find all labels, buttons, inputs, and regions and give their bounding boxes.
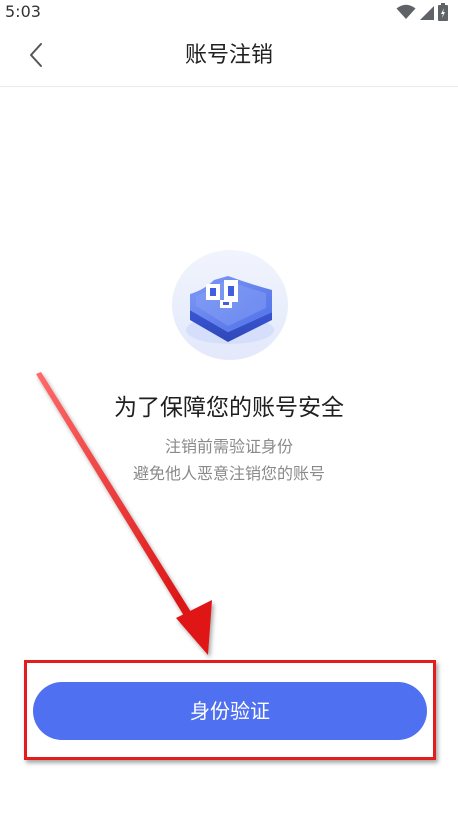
- status-time: 5:03: [5, 2, 41, 21]
- status-bar: 5:03: [0, 0, 458, 24]
- shield-security-illustration: [172, 250, 288, 360]
- description-line-2: 避免他人恶意注销您的账号: [132, 464, 325, 483]
- account-cancellation-screen: 5:03 账号注销 为了保障您的账号安全 注销前需验证身份 避免他人恶意注销您的…: [0, 0, 458, 820]
- cellular-signal-icon: [420, 6, 434, 20]
- description-line-1: 注销前需验证身份: [164, 437, 293, 456]
- nav-bar: 账号注销: [0, 24, 458, 87]
- wifi-icon: [396, 4, 416, 19]
- annotation-highlight-box: [24, 660, 436, 760]
- page-title: 账号注销: [184, 43, 273, 68]
- status-icons: [396, 3, 448, 21]
- battery-icon: [438, 3, 448, 21]
- headline: 为了保障您的账号安全: [114, 395, 344, 421]
